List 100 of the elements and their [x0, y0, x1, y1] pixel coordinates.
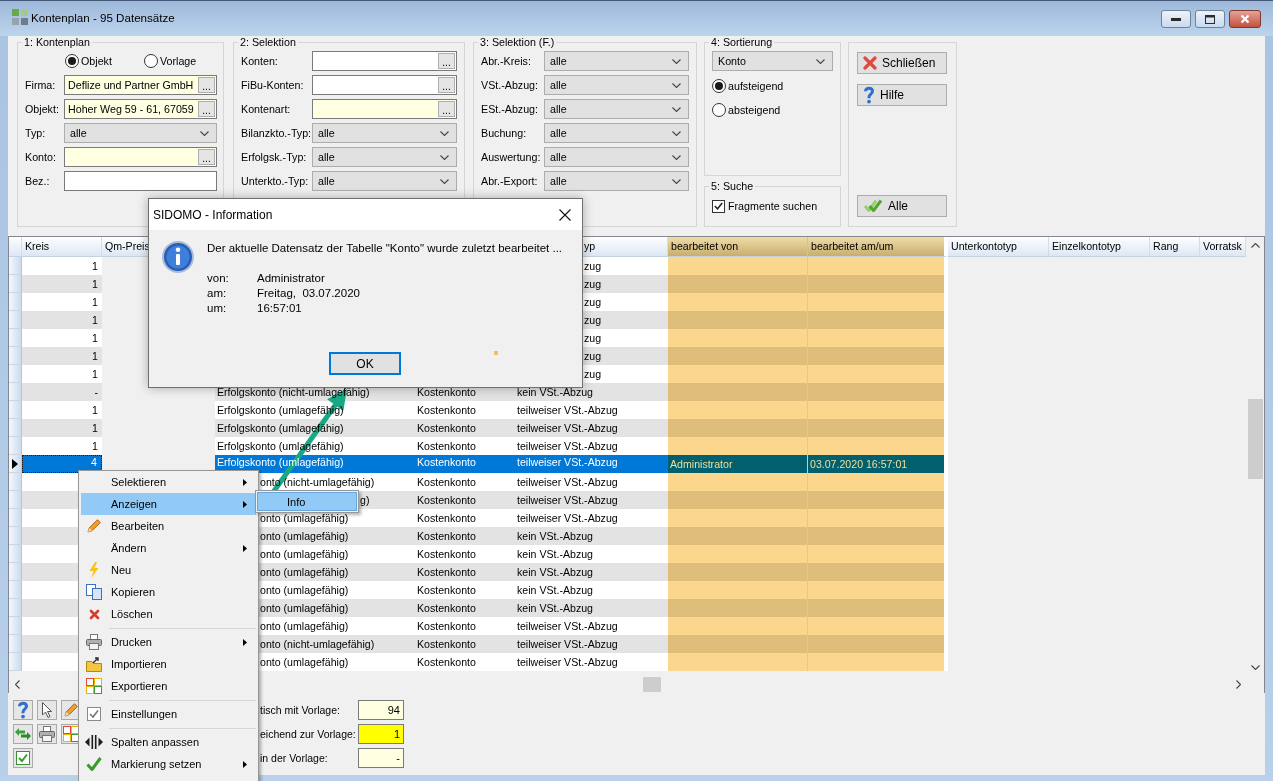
- menu-item[interactable]: Spalten anpassen: [81, 731, 256, 753]
- column-header[interactable]: bearbeitet von: [668, 237, 808, 257]
- column-header[interactable]: Kreis: [22, 237, 102, 257]
- caret-icon: [243, 544, 247, 552]
- caret-icon: [243, 478, 247, 486]
- menu-item[interactable]: Info: [257, 492, 357, 511]
- close-button[interactable]: [1229, 10, 1261, 28]
- checkmark-icon: [714, 202, 723, 210]
- dropdown[interactable]: Konto: [712, 51, 833, 71]
- dropdown[interactable]: alle: [312, 171, 457, 191]
- dropdown[interactable]: alle: [544, 75, 689, 95]
- lookup-field[interactable]: Deflize und Partner GmbH ...: [64, 75, 217, 95]
- table-cell-text: teilweiser VSt.-Abzug: [516, 455, 619, 470]
- help-button[interactable]: Hilfe: [857, 84, 947, 106]
- dropdown[interactable]: alle: [544, 99, 689, 119]
- cross-icon: [88, 608, 100, 620]
- all-button[interactable]: Alle: [857, 195, 947, 217]
- browse-button[interactable]: ...: [438, 53, 455, 69]
- radio-button[interactable]: [712, 103, 726, 117]
- group-title: 2: Selektion: [239, 36, 297, 48]
- table-cell-text: Kostenkonto: [416, 385, 477, 400]
- menu-item[interactable]: Drucken: [81, 631, 256, 653]
- lookup-field[interactable]: ...: [312, 75, 457, 95]
- count-field[interactable]: 94: [358, 700, 404, 720]
- field-label: Bilanzkto.-Typ:: [241, 127, 312, 139]
- row-header[interactable]: [9, 455, 22, 473]
- menu-item[interactable]: Neu: [81, 559, 256, 581]
- menu-item[interactable]: Importieren: [81, 653, 256, 675]
- scrollbar-thumb[interactable]: [643, 677, 661, 692]
- column-header[interactable]: Einzelkontotyp: [1049, 237, 1150, 257]
- squares-icon: [63, 726, 79, 742]
- menu-item[interactable]: Anzeigen: [81, 493, 256, 515]
- table-cell-text: 1: [91, 295, 99, 310]
- pencil-icon: [86, 518, 102, 534]
- table-cell-text: kein VSt.-Abzug: [516, 385, 594, 400]
- detail-value: Administrator: [257, 271, 326, 286]
- field-label: Abr.-Export:: [481, 175, 539, 187]
- menu-item[interactable]: Ändern: [81, 537, 256, 559]
- menu-item[interactable]: Einstellungen: [81, 703, 256, 725]
- table-cell-text: Kostenkonto: [416, 511, 477, 526]
- column-header[interactable]: Unterkontotyp: [948, 237, 1049, 257]
- browse-button[interactable]: ...: [198, 77, 215, 93]
- dropdown[interactable]: alle: [312, 123, 457, 143]
- column-header[interactable]: bearbeitet am/um: [808, 237, 948, 257]
- chevron-down-icon: [440, 154, 449, 160]
- dropdown[interactable]: alle: [544, 123, 689, 143]
- toolbar-button[interactable]: [13, 748, 33, 768]
- count-field[interactable]: -: [358, 748, 404, 768]
- minimize-button[interactable]: [1161, 10, 1191, 28]
- lookup-field[interactable]: ...: [64, 147, 217, 167]
- field-label: Abr.-Kreis:: [481, 55, 532, 67]
- column-header[interactable]: yp: [581, 237, 668, 257]
- browse-button[interactable]: ...: [198, 101, 215, 117]
- dropdown[interactable]: alle: [64, 123, 217, 143]
- browse-button[interactable]: ...: [438, 77, 455, 93]
- column-header[interactable]: Vorratsk: [1200, 237, 1246, 257]
- column-header[interactable]: Rang: [1150, 237, 1200, 257]
- detail-label: am:: [207, 286, 228, 301]
- browse-button[interactable]: ...: [198, 149, 215, 165]
- count-field[interactable]: 1: [358, 724, 404, 744]
- menu-item[interactable]: Bearbeiten: [81, 515, 256, 537]
- dropdown[interactable]: alle: [544, 147, 689, 167]
- table-cell-text: teilweiser VSt.-Abzug: [516, 475, 619, 490]
- menu-item[interactable]: Markierung setzen: [81, 753, 256, 775]
- group-title: 3: Selektion (F.): [479, 36, 556, 48]
- menu-item[interactable]: Kopieren: [81, 581, 256, 603]
- text-field[interactable]: [64, 171, 217, 191]
- lookup-field[interactable]: ...: [312, 51, 457, 71]
- table-cell-text: 1: [91, 349, 99, 364]
- browse-button[interactable]: ...: [438, 101, 455, 117]
- menu-item[interactable]: Exportieren: [81, 675, 256, 697]
- menu-item[interactable]: Löschen: [81, 603, 256, 625]
- toolbar-button[interactable]: [61, 724, 81, 744]
- dropdown[interactable]: alle: [544, 51, 689, 71]
- toolbar-button[interactable]: [13, 724, 33, 744]
- maximize-button[interactable]: [1195, 10, 1225, 28]
- radio-button[interactable]: [65, 54, 79, 68]
- checkbox[interactable]: [712, 199, 725, 213]
- current-row-icon: [12, 458, 18, 469]
- toolbar-button[interactable]: [61, 700, 81, 720]
- table-cell-text: 1: [91, 403, 99, 418]
- toolbar-button[interactable]: [37, 700, 57, 720]
- chevron-down-icon: [672, 106, 681, 112]
- ok-button[interactable]: OK: [329, 352, 401, 375]
- toolbar-button[interactable]: [13, 700, 33, 720]
- dropdown[interactable]: alle: [312, 147, 457, 167]
- help-icon: [17, 701, 29, 719]
- table-cell-text: kein VSt.-Abzug: [516, 529, 594, 544]
- lookup-field[interactable]: Hoher Weg 59 - 61, 67059 ...: [64, 99, 217, 119]
- radio-button[interactable]: [144, 54, 158, 68]
- table-cell-text: 1: [91, 439, 99, 454]
- toolbar-button[interactable]: [37, 724, 57, 744]
- menu-item[interactable]: Selektieren: [81, 471, 256, 493]
- lookup-field[interactable]: ...: [312, 99, 457, 119]
- scrollbar-thumb[interactable]: [1248, 399, 1263, 479]
- cursor-icon: [42, 702, 52, 718]
- dropdown[interactable]: alle: [544, 171, 689, 191]
- group-title: 5: Suche: [710, 180, 755, 192]
- radio-button[interactable]: [712, 79, 726, 93]
- close-button[interactable]: Schließen: [857, 52, 947, 74]
